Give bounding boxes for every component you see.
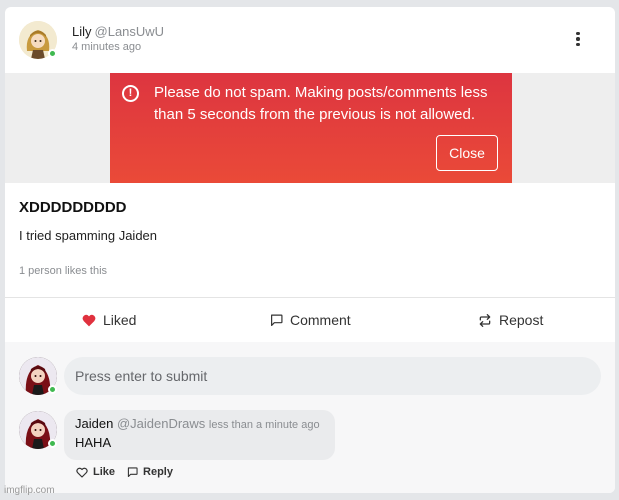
comment-icon: [271, 314, 283, 326]
comment-text: HAHA: [75, 435, 112, 450]
alert-band: ! Please do not spam. Making posts/comme…: [5, 73, 615, 183]
comment: Jaiden @JaidenDraws less than a minute a…: [64, 410, 335, 460]
more-options-icon[interactable]: [571, 29, 585, 49]
watermark: imgflip.com: [4, 485, 55, 496]
comment-header: Jaiden @JaidenDraws less than a minute a…: [75, 416, 320, 431]
author-name[interactable]: Lily: [72, 24, 92, 39]
comment-author-name[interactable]: Jaiden: [75, 416, 113, 431]
online-status-dot: [48, 49, 57, 58]
post-timestamp: 4 minutes ago: [72, 41, 142, 53]
author-handle[interactable]: @LansUwU: [95, 24, 165, 39]
comment-like-label: Like: [93, 466, 116, 478]
like-label: Liked: [103, 312, 137, 328]
comment-reply-label: Reply: [143, 466, 173, 478]
post-text: I tried spamming Jaiden: [19, 228, 158, 243]
repost-button[interactable]: Repost: [478, 298, 543, 342]
likes-count[interactable]: 1 person likes this: [19, 265, 107, 277]
alert-close-button[interactable]: Close: [436, 135, 498, 171]
comment-button[interactable]: Comment: [270, 298, 351, 342]
alert-circle-icon: !: [122, 85, 139, 102]
like-button[interactable]: Liked: [82, 298, 136, 342]
comment-timestamp: less than a minute ago: [208, 419, 320, 431]
comment-actions: Like Reply: [76, 466, 173, 478]
post-actions: Liked Comment Repost: [5, 298, 615, 342]
online-status-dot: [48, 385, 57, 394]
comment-label: Comment: [290, 312, 351, 328]
repost-icon: [479, 313, 491, 327]
comment-reply-button[interactable]: Reply: [127, 466, 173, 478]
reply-icon: [127, 467, 138, 477]
comment-like-button[interactable]: Like: [76, 466, 115, 478]
heart-icon: [82, 314, 96, 326]
alert-message: Please do not spam. Making posts/comment…: [154, 84, 488, 123]
post-author: Lily @LansUwU: [72, 24, 164, 39]
spam-alert: ! Please do not spam. Making posts/comme…: [110, 73, 512, 183]
commenter-avatar[interactable]: [19, 411, 57, 449]
repost-label: Repost: [499, 312, 544, 328]
post-header: Lily @LansUwU 4 minutes ago: [5, 7, 615, 73]
post-card: Lily @LansUwU 4 minutes ago ! Please do n…: [5, 7, 615, 493]
online-status-dot: [48, 439, 57, 448]
author-avatar[interactable]: [19, 21, 57, 59]
current-user-avatar[interactable]: [19, 357, 57, 395]
post-title: XDDDDDDDDD: [19, 199, 127, 216]
comment-author-handle[interactable]: @JaidenDraws: [117, 416, 205, 431]
comment-input[interactable]: [64, 357, 601, 395]
heart-outline-icon: [76, 467, 88, 478]
